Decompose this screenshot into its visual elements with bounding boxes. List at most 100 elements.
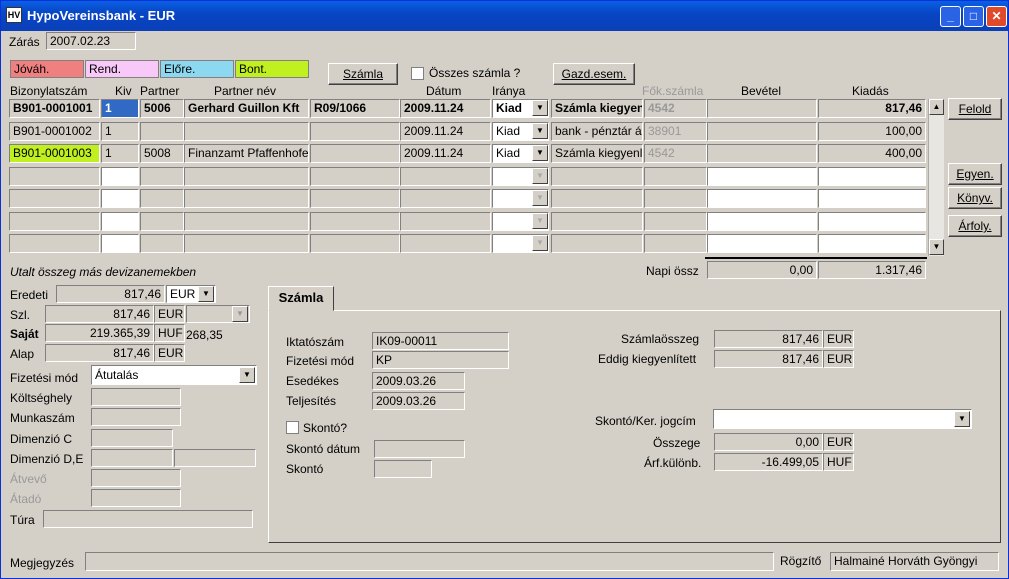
cell-kiad[interactable] <box>818 211 926 231</box>
dimenzio-e-field[interactable] <box>174 449 256 467</box>
cell-desc[interactable] <box>551 166 643 186</box>
cell-ref[interactable] <box>310 211 400 231</box>
cell-biz[interactable] <box>9 234 100 253</box>
cell-kiv[interactable] <box>101 189 139 208</box>
cell-datum[interactable]: 2009.11.24 <box>400 99 491 118</box>
cell-fok[interactable] <box>644 166 707 186</box>
cell-desc[interactable] <box>551 211 643 231</box>
skonto-field[interactable] <box>374 460 432 478</box>
cell-nev[interactable]: Gerhard Guillon Kft <box>184 99 309 118</box>
cell-biz[interactable]: B901-0001001 <box>9 99 100 118</box>
cell-nev[interactable] <box>184 189 309 208</box>
cell-fok[interactable] <box>644 234 707 253</box>
table-scrollbar[interactable]: ▲ ▼ <box>928 99 944 256</box>
minimize-button[interactable]: _ <box>940 6 961 27</box>
cell-desc[interactable] <box>551 189 643 208</box>
cell-biz[interactable] <box>9 166 100 186</box>
cell-partner[interactable] <box>140 166 184 186</box>
skonto-datum-field[interactable] <box>374 440 465 458</box>
skonto-checkbox[interactable] <box>286 421 299 434</box>
cell-partner[interactable] <box>140 121 184 141</box>
title-bar[interactable]: HV HypoVereinsbank - EUR _ □ ✕ <box>1 1 1008 31</box>
cell-fok[interactable] <box>644 211 707 231</box>
cell-partner[interactable] <box>140 234 184 253</box>
megjegyzes-field[interactable] <box>85 552 774 571</box>
cell-nev[interactable]: Finanzamt Pfaffenhofen <box>184 144 309 163</box>
fizetesi-mod-dropdown-icon[interactable]: ▼ <box>239 367 255 383</box>
gazd-esem-button[interactable]: Gazd.esem. <box>553 63 635 85</box>
cell-biz[interactable]: B901-0001003 <box>9 144 100 163</box>
jogcim-select[interactable] <box>713 409 972 429</box>
cell-kiad[interactable] <box>818 189 926 208</box>
szamla-button[interactable]: Számla <box>328 63 398 85</box>
scroll-up-icon[interactable]: ▲ <box>929 99 944 115</box>
iranya-dropdown-icon[interactable]: ▼ <box>532 145 548 161</box>
cell-bev[interactable] <box>707 211 817 231</box>
jogcim-dropdown-icon[interactable]: ▼ <box>954 411 970 427</box>
maximize-button[interactable]: □ <box>963 6 984 27</box>
osszes-szamla-checkbox[interactable] <box>411 67 424 80</box>
cell-kiv[interactable]: 1 <box>101 121 139 141</box>
munkaszam-field[interactable] <box>91 408 181 426</box>
iranya-dropdown-icon[interactable]: ▼ <box>532 100 548 116</box>
cell-biz[interactable] <box>9 189 100 208</box>
cell-datum[interactable] <box>400 189 491 208</box>
eredeti-dropdown-icon[interactable]: ▼ <box>198 286 214 302</box>
cell-nev[interactable] <box>184 234 309 253</box>
cell-kiv[interactable] <box>101 211 139 231</box>
close-button[interactable]: ✕ <box>986 6 1007 27</box>
cell-ref[interactable] <box>310 144 400 163</box>
cell-ref[interactable] <box>310 234 400 253</box>
cell-ref[interactable] <box>310 189 400 208</box>
cell-kiv[interactable] <box>101 234 139 253</box>
cell-nev[interactable] <box>184 211 309 231</box>
cell-ref[interactable] <box>310 166 400 186</box>
cell-ref[interactable] <box>310 121 400 141</box>
cell-nev[interactable] <box>184 166 309 186</box>
cell-datum[interactable] <box>400 211 491 231</box>
cell-partner[interactable] <box>140 189 184 208</box>
cell-ref[interactable]: R09/1066 <box>310 99 400 118</box>
cell-datum[interactable] <box>400 166 491 186</box>
cell-bev[interactable] <box>707 189 817 208</box>
cell-datum[interactable]: 2009.11.24 <box>400 121 491 141</box>
cell-kiad[interactable] <box>818 166 926 186</box>
cell-fok[interactable] <box>644 189 707 208</box>
arfoly-button[interactable]: Árfoly. <box>948 215 1002 237</box>
cell-partner[interactable] <box>140 211 184 231</box>
cell-desc[interactable]: bank - pénztár átvezetés <box>551 121 643 141</box>
cell-kiad[interactable] <box>818 234 926 253</box>
iranya-dropdown-icon[interactable]: ▼ <box>532 122 548 139</box>
teljesites-field[interactable]: 2009.03.26 <box>372 392 465 410</box>
cell-partner[interactable]: 5006 <box>140 99 184 118</box>
cell-desc[interactable]: Számla kiegyenlítés <box>551 144 643 163</box>
cell-kiv[interactable] <box>101 166 139 186</box>
fizmod-field[interactable]: KP <box>372 351 509 369</box>
cell-bev[interactable] <box>707 144 817 163</box>
cell-bev[interactable] <box>707 99 817 118</box>
iktatoszam-field[interactable]: IK09-00011 <box>372 332 509 350</box>
koltseghely-field[interactable] <box>91 388 181 406</box>
cell-datum[interactable] <box>400 234 491 253</box>
cell-bev[interactable] <box>707 234 817 253</box>
cell-kiad[interactable]: 817,46 <box>818 99 926 118</box>
cell-desc[interactable] <box>551 234 643 253</box>
cell-nev[interactable] <box>184 121 309 141</box>
cell-biz[interactable]: B901-0001002 <box>9 121 100 141</box>
cell-partner[interactable]: 5008 <box>140 144 184 163</box>
dimenzio-d-field[interactable] <box>91 449 173 467</box>
esedekes-field[interactable]: 2009.03.26 <box>372 372 465 390</box>
cell-kiv[interactable]: 1 <box>101 99 139 118</box>
fizetesi-mod-select[interactable]: Átutalás <box>91 365 257 385</box>
cell-bev[interactable] <box>707 166 817 186</box>
cell-biz[interactable] <box>9 211 100 231</box>
cell-fok[interactable]: 4542 <box>644 144 707 163</box>
cell-fok[interactable]: 38901 <box>644 121 707 141</box>
cell-kiad[interactable]: 400,00 <box>818 144 926 163</box>
tab-szamla[interactable]: Számla <box>268 286 334 311</box>
cell-fok[interactable]: 4542 <box>644 99 707 118</box>
cell-datum[interactable]: 2009.11.24 <box>400 144 491 163</box>
tura-field[interactable] <box>43 510 253 528</box>
dimenzio-c-field[interactable] <box>91 429 173 447</box>
felold-button[interactable]: Felold <box>948 98 1002 120</box>
